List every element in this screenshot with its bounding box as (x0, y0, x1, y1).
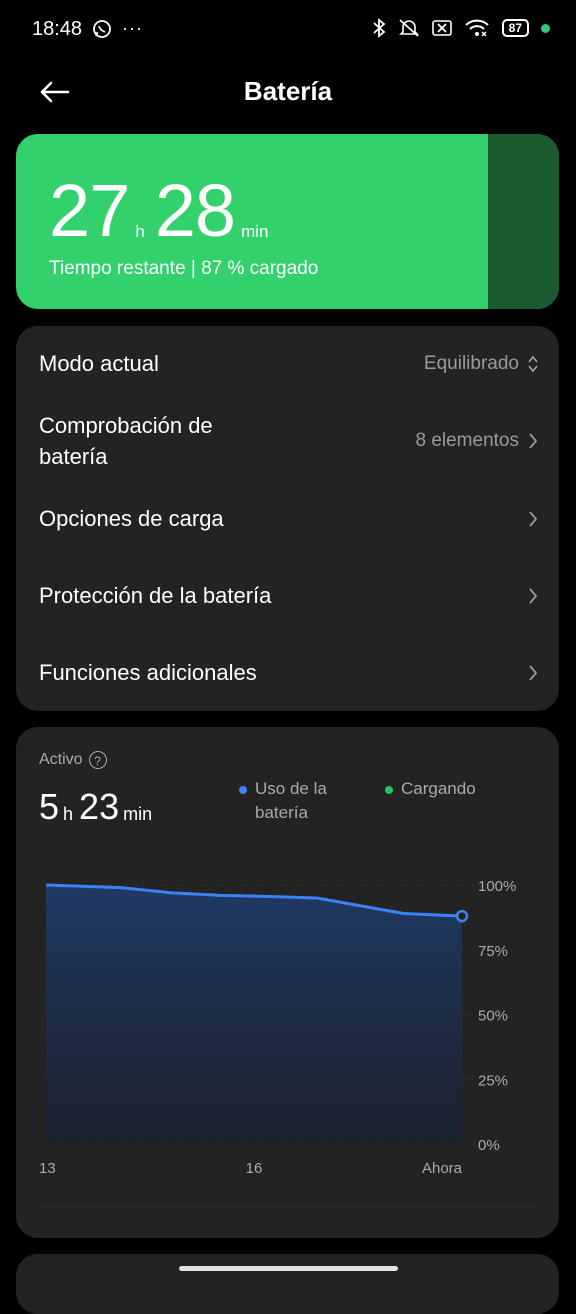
remaining-minutes: 28 (154, 169, 236, 252)
battery-status-card: 27 h 28 min Tiempo restante | 87 % carga… (16, 134, 559, 309)
legend-dot (239, 786, 247, 794)
privacy-dot-icon (541, 23, 550, 33)
divider (39, 1206, 539, 1207)
hours-unit: h (63, 804, 74, 824)
setting-comprobacion-bateria[interactable]: Comprobación de batería 8 elementos (39, 410, 539, 472)
battery-chart-svg: 100% 75% 50% 25% 0% 13 16 Ahora (39, 878, 516, 1177)
page-title: Batería (243, 76, 333, 106)
active-minutes: 23 (79, 786, 120, 827)
battery-usage-card: Activo ? 5 h 23 min Uso de la batería Ca… (16, 727, 559, 1238)
y-tick-label: 25% (478, 1072, 508, 1089)
setting-proteccion-bateria[interactable]: Protección de la batería (39, 580, 539, 611)
battery-indicator: 87 (501, 19, 529, 37)
current-point (455, 909, 469, 923)
chevron-right-icon (529, 433, 538, 449)
updown-chevron-icon (528, 355, 538, 372)
battery-chart: 100% 75% 50% 25% 0% 13 16 Ahora (16, 847, 559, 1187)
y-tick-label: 0% (478, 1137, 500, 1154)
remaining-hours: 27 (49, 169, 130, 252)
setting-value: 8 elementos (415, 430, 519, 451)
active-label: Activo (39, 751, 83, 768)
hours-unit: h (135, 222, 145, 241)
chevron-right-icon (529, 510, 538, 527)
setting-funciones-adicionales[interactable]: Funciones adicionales (39, 657, 539, 688)
y-tick-label: 100% (478, 878, 516, 895)
legend-charging: Cargando (385, 777, 476, 825)
next-card (16, 1254, 559, 1314)
legend-battery-usage: Uso de la batería (239, 777, 345, 825)
whatsapp-icon (93, 19, 111, 38)
y-tick-label: 75% (478, 943, 508, 960)
chevron-right-icon (529, 587, 538, 604)
x-tick-label: 16 (246, 1160, 263, 1177)
help-icon[interactable]: ? (88, 751, 107, 769)
status-time: 18:48 (32, 18, 83, 40)
setting-value: Equilibrado (423, 352, 519, 374)
home-indicator[interactable] (179, 1266, 398, 1271)
setting-label: Modo actual (39, 351, 159, 376)
battery-subtitle: Tiempo restante | 87 % cargado (49, 258, 319, 279)
active-hours: 5 (39, 786, 60, 827)
y-tick-label: 50% (478, 1008, 508, 1025)
remaining-time: 27 h 28 min (49, 174, 279, 248)
battery-usage-area (46, 885, 462, 1144)
setting-modo-actual[interactable]: Modo actual Equilibrado (39, 348, 539, 379)
more-icon: ··· (122, 18, 143, 38)
minutes-unit: min (241, 222, 269, 241)
chevron-right-icon (529, 664, 538, 681)
no-sim-icon (431, 20, 452, 36)
active-time: 5 h 23 min (39, 787, 158, 827)
status-bar: 18:48 ··· 87 (0, 0, 576, 60)
minutes-unit: min (123, 804, 153, 824)
x-tick-label: Ahora (422, 1160, 463, 1177)
mute-bell-icon (398, 19, 419, 37)
x-tick-label: 13 (39, 1160, 56, 1177)
battery-level-bar (488, 134, 559, 309)
settings-list: Modo actual Equilibrado Comprobación de … (16, 326, 559, 711)
setting-opciones-carga[interactable]: Opciones de carga (39, 503, 539, 534)
wifi-icon (464, 19, 489, 37)
bluetooth-icon (373, 18, 386, 38)
setting-label: Protección de la batería (39, 583, 272, 608)
chart-legend: Uso de la batería Cargando (239, 777, 476, 825)
setting-label: Comprobación de batería (39, 413, 213, 469)
setting-label: Funciones adicionales (39, 660, 257, 685)
setting-label: Opciones de carga (39, 506, 224, 531)
legend-dot (385, 786, 393, 794)
top-bar: Batería (0, 60, 576, 122)
